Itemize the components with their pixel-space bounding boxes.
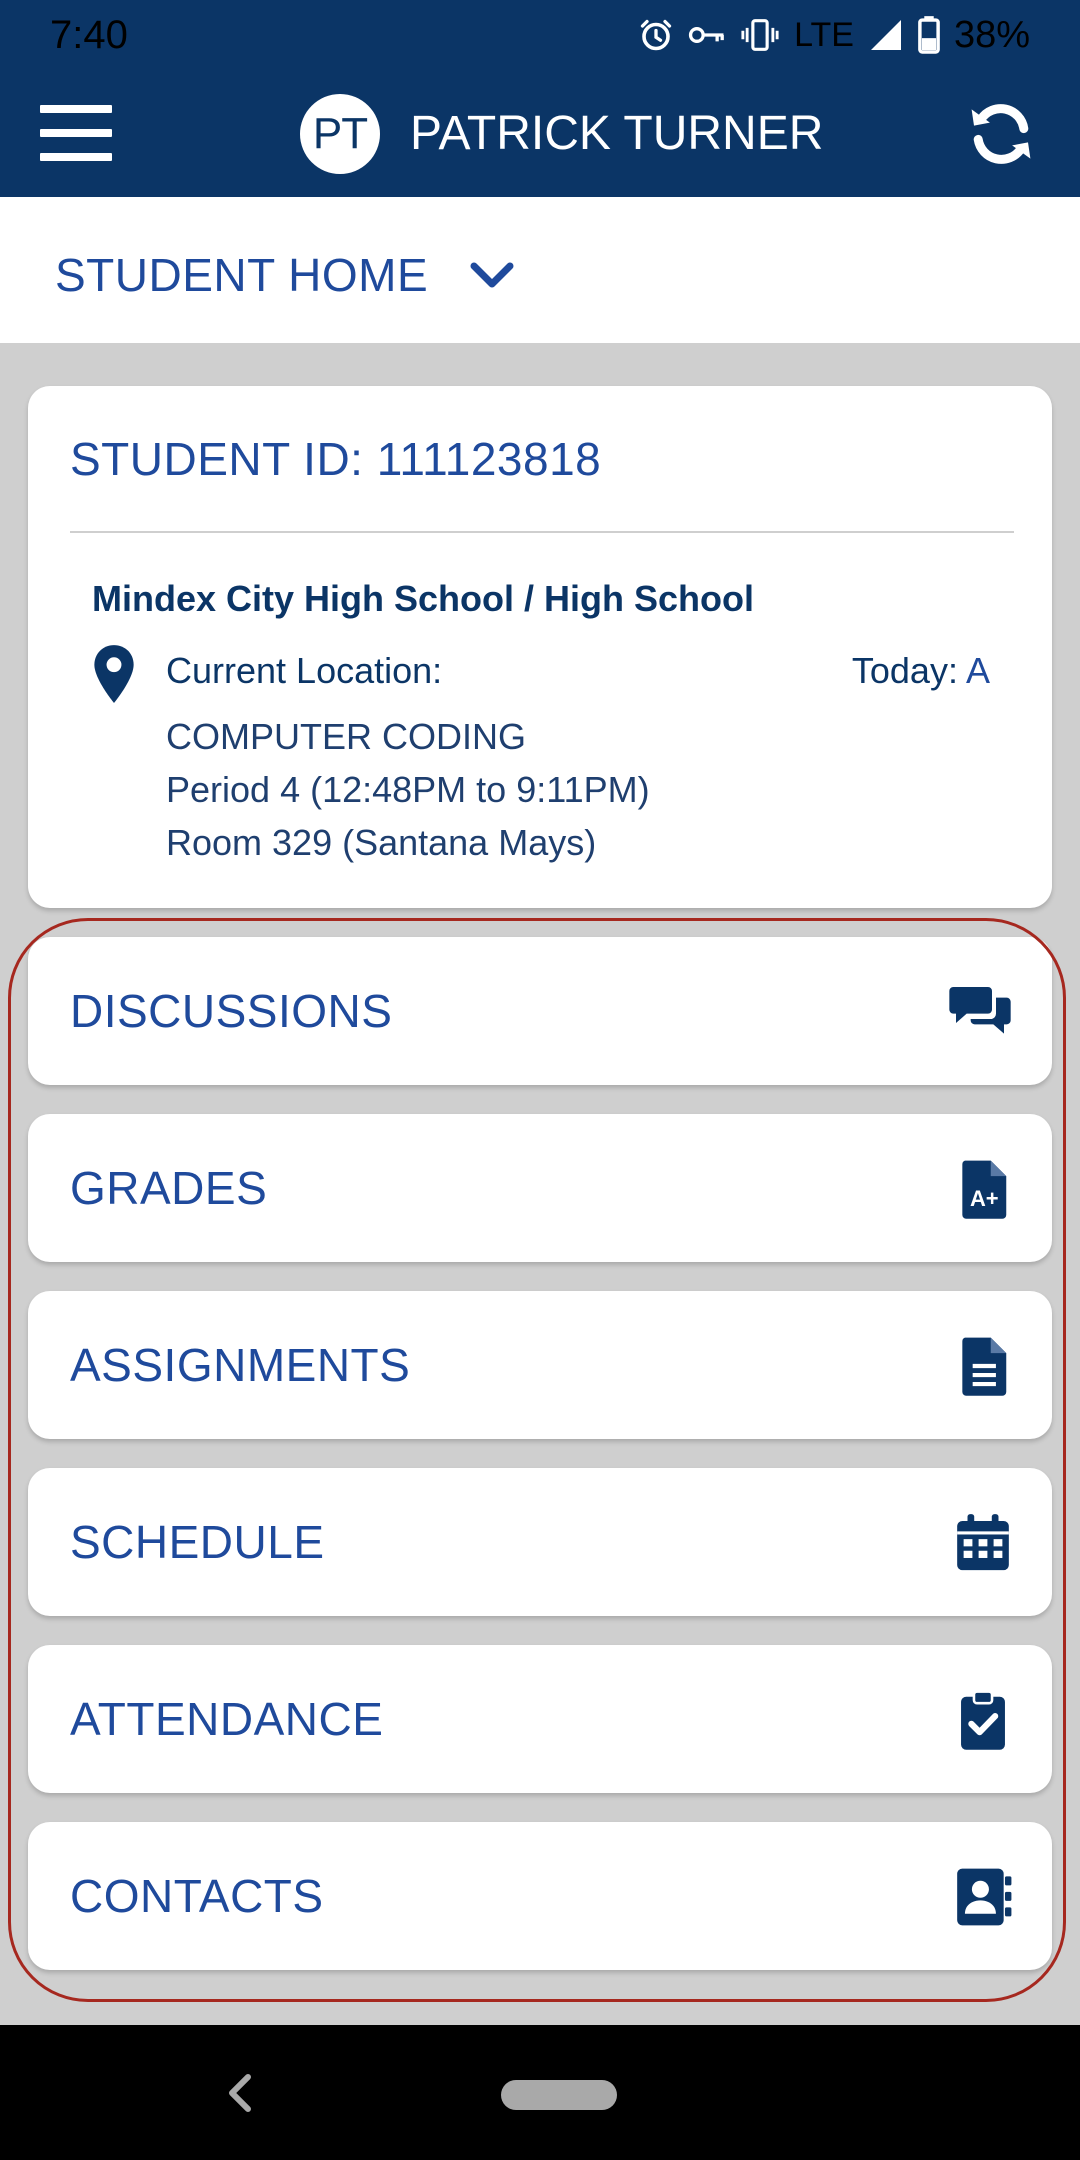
- battery-percent: 38%: [953, 13, 1030, 56]
- vibrate-icon: [741, 19, 779, 51]
- alarm-icon: [640, 19, 672, 51]
- nav-label: GRADES: [70, 1162, 268, 1214]
- hamburger-menu-icon[interactable]: [40, 105, 112, 161]
- clipboard-check-icon: [961, 1690, 1005, 1750]
- avatar[interactable]: PT: [300, 94, 380, 174]
- nav-discussions[interactable]: DISCUSSIONS: [28, 937, 1052, 1085]
- today-label: Today:: [851, 650, 958, 691]
- chevron-down-icon: [470, 262, 514, 288]
- home-pill-button[interactable]: [501, 2080, 617, 2110]
- nav-label: CONTACTS: [70, 1870, 324, 1922]
- student-id: STUDENT ID: 111123818: [70, 433, 602, 485]
- page-title: STUDENT HOME: [55, 249, 429, 301]
- refresh-icon[interactable]: [965, 98, 1037, 170]
- chat-bubbles-icon: [949, 987, 1011, 1034]
- status-icons: LTE 38%: [638, 10, 1030, 60]
- address-book-icon: [957, 1868, 1012, 1926]
- current-period: Period 4 (12:48PM to 9:11PM): [166, 769, 650, 810]
- today-value: A: [965, 650, 990, 691]
- calendar-icon: [957, 1514, 1009, 1571]
- user-name: PATRICK TURNER: [410, 107, 824, 160]
- current-location-label: Current Location:: [166, 650, 443, 691]
- divider: [70, 531, 1014, 533]
- nav-label: ATTENDANCE: [70, 1693, 384, 1745]
- nav-contacts[interactable]: CONTACTS: [28, 1822, 1052, 1970]
- network-type: LTE: [794, 15, 854, 54]
- nav-label: ASSIGNMENTS: [70, 1339, 411, 1391]
- back-icon[interactable]: [222, 2073, 258, 2113]
- student-home-dropdown[interactable]: STUDENT HOME: [55, 240, 514, 310]
- nav-assignments[interactable]: ASSIGNMENTS: [28, 1291, 1052, 1439]
- grade-document-icon: A+: [962, 1160, 1007, 1219]
- status-time: 7:40: [50, 13, 128, 57]
- vpn-key-icon: [688, 27, 724, 43]
- svg-text:A+: A+: [970, 1186, 999, 1211]
- battery-icon: [918, 16, 940, 54]
- nav-schedule[interactable]: SCHEDULE: [28, 1468, 1052, 1616]
- signal-icon: [870, 20, 901, 50]
- nav-grades[interactable]: GRADES A+: [28, 1114, 1052, 1262]
- current-course: COMPUTER CODING: [166, 716, 526, 757]
- nav-attendance[interactable]: ATTENDANCE: [28, 1645, 1052, 1793]
- current-room: Room 329 (Santana Mays): [166, 822, 597, 863]
- document-icon: [962, 1337, 1007, 1396]
- nav-label: SCHEDULE: [70, 1516, 325, 1568]
- nav-label: DISCUSSIONS: [70, 985, 393, 1037]
- location-pin-icon: [94, 645, 134, 703]
- school-name: Mindex City High School / High School: [92, 578, 755, 619]
- today-indicator: Today: A: [852, 650, 990, 692]
